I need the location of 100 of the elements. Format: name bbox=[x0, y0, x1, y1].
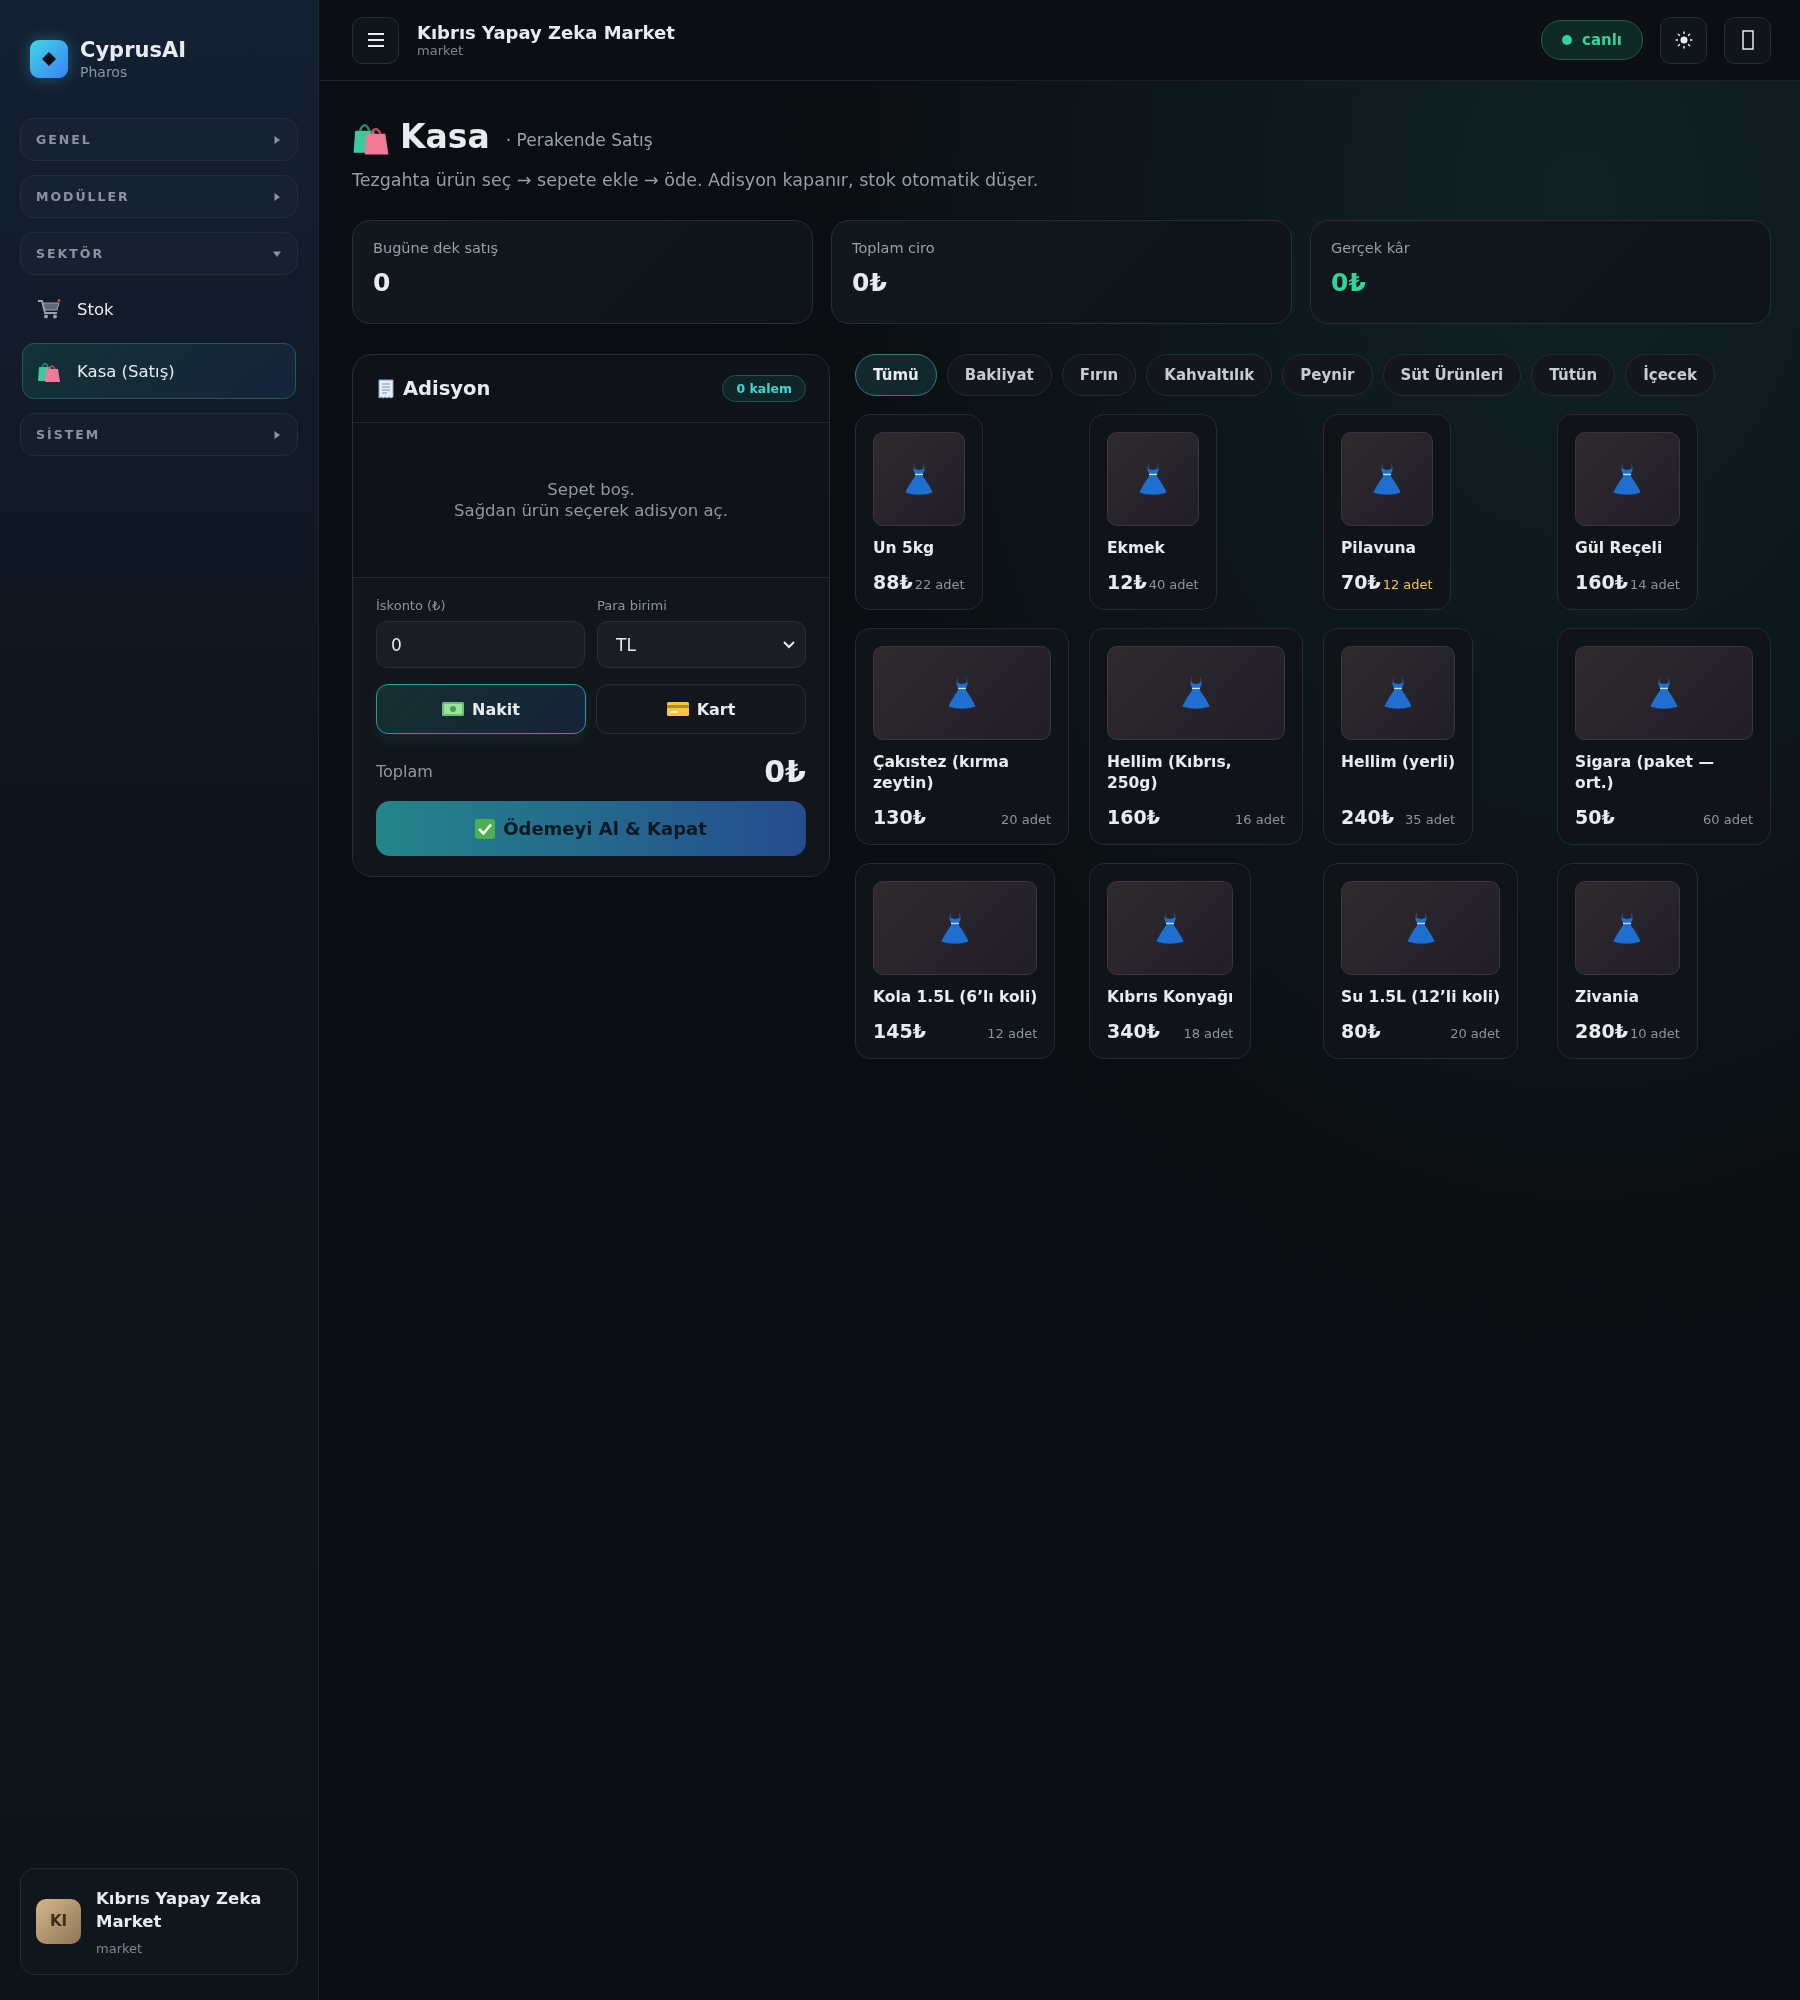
product-price: 160₺ bbox=[1575, 570, 1628, 593]
product-price: 340₺ bbox=[1107, 1019, 1160, 1042]
stock-count: 16 adet bbox=[1235, 811, 1285, 827]
product-price: 12₺ bbox=[1107, 570, 1147, 593]
category-chip[interactable]: Süt Ürünleri bbox=[1382, 354, 1522, 396]
account-role: market bbox=[96, 1941, 144, 1956]
status-dot-icon bbox=[1562, 35, 1572, 45]
stock-count: 18 adet bbox=[1183, 1025, 1234, 1041]
stat-value: 0 bbox=[373, 268, 392, 297]
logo-icon bbox=[30, 40, 68, 78]
product-card[interactable]: Hellim (yerli) 240₺ 35 adet bbox=[1323, 627, 1474, 845]
product-name: Çakıstez (kırma zeytin) bbox=[873, 751, 1010, 794]
product-card[interactable]: Hellim (Kıbrıs, 250g) 160₺ 16 adet bbox=[1089, 627, 1303, 845]
product-card[interactable]: Gül Reçeli 160₺14 adet bbox=[1557, 414, 1698, 610]
stock-count: 20 adet bbox=[1001, 811, 1051, 827]
stat-label: Gerçek kâr bbox=[1331, 240, 1411, 256]
product-price: 88₺ bbox=[873, 570, 913, 593]
checkmark-icon bbox=[475, 818, 496, 839]
stock-count: 20 adet bbox=[1450, 1025, 1501, 1041]
page-description: Tezgahta ürün seç → sepete ekle → öde. Adisyon kapanır, stok otomatik düşer. bbox=[352, 170, 1040, 190]
brand-name: CyprusAI bbox=[80, 38, 186, 62]
rectangle-icon bbox=[1741, 30, 1754, 50]
nav-group[interactable]: MODÜLLER bbox=[20, 175, 298, 218]
product-name: Pilavuna bbox=[1341, 538, 1418, 559]
field-label: Para birimi bbox=[597, 598, 668, 613]
product-price: 130₺ bbox=[873, 805, 926, 828]
product-price: 145₺ bbox=[873, 1019, 926, 1042]
total-label: Toplam bbox=[376, 762, 433, 781]
stock-count: 35 adet bbox=[1405, 811, 1456, 827]
store-title: Kıbrıs Yapay Zeka Market bbox=[417, 22, 675, 43]
empty-cart-message: Sepet boş. bbox=[547, 480, 635, 499]
receipt-icon bbox=[377, 378, 395, 399]
product-name: Ekmek bbox=[1107, 538, 1166, 559]
field-label: İskonto (₺) bbox=[376, 598, 447, 613]
product-price: 160₺ bbox=[1107, 805, 1160, 828]
stock-count: 60 adet bbox=[1703, 811, 1753, 827]
avatar: KI bbox=[36, 1898, 81, 1944]
nav-group[interactable]: GENEL bbox=[20, 118, 298, 161]
product-price: 50₺ bbox=[1575, 805, 1615, 828]
receipt-title: Adisyon bbox=[403, 377, 491, 400]
product-card[interactable]: Ekmek 12₺40 adet bbox=[1089, 414, 1217, 610]
category-chip[interactable]: Tümü bbox=[855, 354, 937, 396]
product-card[interactable]: Zivania 280₺10 adet bbox=[1557, 862, 1698, 1059]
product-card[interactable]: Pilavuna 70₺12 adet bbox=[1323, 414, 1451, 610]
stat-value: 0₺ bbox=[1331, 268, 1367, 297]
nav-item[interactable]: Kasa (Satış) bbox=[22, 343, 296, 399]
nav-item[interactable]: Stok bbox=[22, 289, 296, 329]
stock-count: 10 adet bbox=[1629, 1025, 1680, 1041]
theme-button[interactable] bbox=[1660, 16, 1707, 64]
product-name: Hellim (Kıbrıs, 250g) bbox=[1107, 751, 1233, 794]
total-value: 0₺ bbox=[764, 754, 806, 789]
product-card[interactable]: Un 5kg 88₺22 adet bbox=[855, 414, 983, 610]
category-chip[interactable]: Fırın bbox=[1061, 354, 1137, 396]
product-name: Su 1.5L (12’li koli) bbox=[1341, 986, 1501, 1008]
payment-method-button[interactable]: Kart bbox=[596, 684, 806, 734]
product-card[interactable]: Çakıstez (kırma zeytin) 130₺ 20 adet bbox=[855, 627, 1069, 845]
product-name: Gül Reçeli bbox=[1575, 538, 1664, 559]
nav-group[interactable]: SEKTÖR bbox=[20, 232, 298, 275]
page-subtitle: · Perakende Satış bbox=[505, 129, 653, 150]
brand-subtitle: Pharos bbox=[80, 64, 129, 80]
stock-count: 12 adet bbox=[1382, 576, 1433, 592]
category-chip[interactable]: Bakliyat bbox=[946, 354, 1052, 396]
account-card[interactable]: KI Kıbrıs Yapay Zeka Market market bbox=[20, 1867, 298, 1975]
item-count-badge: 0 kalem bbox=[722, 375, 806, 402]
store-subtitle: market bbox=[417, 43, 465, 58]
discount-field[interactable]: 0 bbox=[376, 621, 585, 668]
product-name: Un 5kg bbox=[873, 538, 936, 559]
product-price: 70₺ bbox=[1341, 570, 1381, 593]
product-name: Zivania bbox=[1575, 986, 1640, 1008]
category-chip[interactable]: Peynir bbox=[1282, 354, 1373, 396]
cash-icon bbox=[442, 702, 464, 716]
stat-value: 0₺ bbox=[852, 268, 888, 297]
status-pill: canlı bbox=[1541, 20, 1643, 60]
category-chip[interactable]: Tütün bbox=[1531, 354, 1616, 396]
nav-group[interactable]: SİSTEM bbox=[20, 413, 298, 456]
stock-count: 14 adet bbox=[1629, 576, 1680, 592]
payment-method-button[interactable]: Nakit bbox=[376, 684, 586, 734]
empty-cart-message: Sağdan ürün seçerek adisyon aç. bbox=[454, 501, 728, 520]
category-chip[interactable]: İçecek bbox=[1625, 354, 1715, 396]
caret-icon bbox=[273, 430, 281, 439]
product-card[interactable]: Su 1.5L (12’li koli) 80₺ 20 adet bbox=[1323, 862, 1519, 1059]
stat-label: Toplam ciro bbox=[852, 240, 936, 256]
product-price: 80₺ bbox=[1341, 1019, 1381, 1042]
caret-icon bbox=[273, 192, 281, 201]
menu-button[interactable] bbox=[352, 16, 399, 64]
device-button[interactable] bbox=[1724, 16, 1771, 64]
menu-icon bbox=[367, 33, 384, 47]
product-price: 280₺ bbox=[1575, 1019, 1628, 1042]
product-card[interactable]: Kıbrıs Konyağı 340₺ 18 adet bbox=[1089, 862, 1252, 1059]
currency-select[interactable]: TL bbox=[597, 621, 806, 668]
credit-card-icon bbox=[666, 702, 689, 716]
page-title: Kasa bbox=[400, 117, 490, 156]
category-chip[interactable]: Kahvaltılık bbox=[1146, 354, 1273, 396]
product-name: Kıbrıs Konyağı bbox=[1107, 986, 1234, 1008]
stat-label: Bugüne dek satış bbox=[373, 240, 500, 256]
product-card[interactable]: Sigara (paket — ort.) 50₺ 60 adet bbox=[1557, 627, 1771, 845]
product-name: Hellim (yerli) bbox=[1341, 751, 1456, 773]
stock-count: 22 adet bbox=[914, 576, 965, 592]
caret-icon bbox=[273, 249, 281, 258]
product-card[interactable]: Kola 1.5L (6’lı koli) 145₺ 12 adet bbox=[855, 862, 1056, 1059]
